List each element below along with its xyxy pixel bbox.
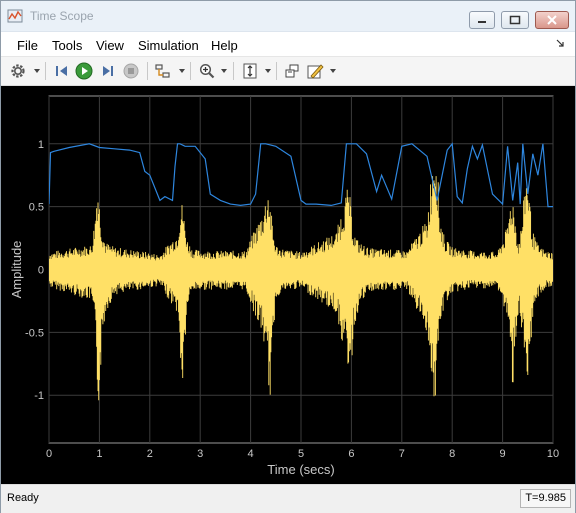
x-tick-label: 0: [46, 448, 52, 460]
style-icon: [307, 64, 324, 79]
settings-icon: [11, 64, 25, 78]
scale-axes-icon: [243, 63, 257, 79]
toolbar: [1, 57, 575, 86]
menu-tools[interactable]: Tools: [52, 38, 82, 53]
y-tick-label: 1: [38, 139, 44, 151]
settings-dropdown-caret[interactable]: [34, 69, 40, 73]
settings-button[interactable]: [8, 61, 28, 81]
scale-axes-dropdown-caret[interactable]: [265, 69, 271, 73]
toolbar-separator: [233, 62, 234, 80]
step-back-icon: [56, 66, 67, 76]
toolbar-separator: [147, 62, 148, 80]
zoom-dropdown-caret[interactable]: [221, 69, 227, 73]
menu-view[interactable]: View: [96, 38, 124, 53]
x-tick-label: 1: [96, 448, 102, 460]
window-title: Time Scope: [30, 9, 94, 23]
x-tick-label: 9: [500, 448, 506, 460]
y-tick-label: -1: [34, 390, 44, 402]
restore-layout-button[interactable]: [282, 61, 302, 81]
dock-arrow-icon[interactable]: [556, 39, 565, 48]
status-text: Ready: [7, 492, 39, 504]
signal-select-dropdown-caret[interactable]: [179, 69, 185, 73]
title-bar[interactable]: Time Scope: [1, 1, 575, 32]
menu-help[interactable]: Help: [211, 38, 238, 53]
minimize-button[interactable]: [469, 11, 495, 29]
close-button[interactable]: [535, 11, 569, 29]
maximize-button[interactable]: [501, 11, 529, 29]
x-axis-label: Time (secs): [267, 462, 334, 477]
y-tick-label: 0: [38, 265, 44, 277]
x-tick-label: 10: [547, 448, 559, 460]
simulation-time: T=9.985: [520, 489, 571, 508]
maximize-icon: [509, 15, 521, 25]
y-axis-label: Amplitude: [9, 241, 24, 299]
menu-simulation[interactable]: Simulation: [138, 38, 199, 53]
toolbar-separator: [276, 62, 277, 80]
scope-display: 0 1 2 3 4 5 6 7 8 9 10 -1 -0.5 0 0.5 1 Time (secs) Amplit…: [1, 86, 575, 484]
x-tick-label: 2: [147, 448, 153, 460]
stop-button[interactable]: [121, 61, 141, 81]
toolbar-separator: [190, 62, 191, 80]
menu-bar: File Tools View Simulation Help: [1, 32, 575, 57]
x-tick-label: 3: [197, 448, 203, 460]
signal-select-button[interactable]: [153, 61, 173, 81]
step-forward-button[interactable]: [98, 61, 118, 81]
toolbar-separator: [45, 62, 46, 80]
run-icon: [75, 62, 93, 80]
scale-axes-button[interactable]: [240, 61, 260, 81]
x-tick-label: 8: [449, 448, 455, 460]
stop-icon: [123, 63, 139, 79]
x-tick-label: 7: [399, 448, 405, 460]
x-tick-label: 5: [298, 448, 304, 460]
run-button[interactable]: [74, 61, 94, 81]
minimize-icon: [478, 21, 486, 23]
x-tick-label: 6: [348, 448, 354, 460]
y-tick-label: 0.5: [29, 202, 44, 214]
status-bar: Ready T=9.985: [1, 484, 575, 513]
matlab-scope-icon: [7, 9, 23, 23]
x-tick-label: 4: [248, 448, 254, 460]
y-tick-label: -0.5: [25, 327, 44, 339]
close-icon: [547, 15, 557, 25]
restore-layout-icon: [285, 64, 299, 78]
zoom-in-button[interactable]: [197, 61, 217, 81]
style-dropdown-caret[interactable]: [330, 69, 336, 73]
time-scope-plot[interactable]: 0 1 2 3 4 5 6 7 8 9 10 -1 -0.5 0 0.5 1 Time (secs) Amplit…: [1, 86, 575, 484]
step-back-button[interactable]: [52, 61, 72, 81]
step-forward-icon: [103, 66, 113, 76]
time-scope-window: Time Scope File Tools View Simulation He…: [0, 0, 576, 513]
zoom-in-icon: [199, 63, 215, 79]
style-button[interactable]: [305, 61, 325, 81]
menu-file[interactable]: File: [17, 38, 38, 53]
signal-select-icon: [155, 64, 170, 78]
